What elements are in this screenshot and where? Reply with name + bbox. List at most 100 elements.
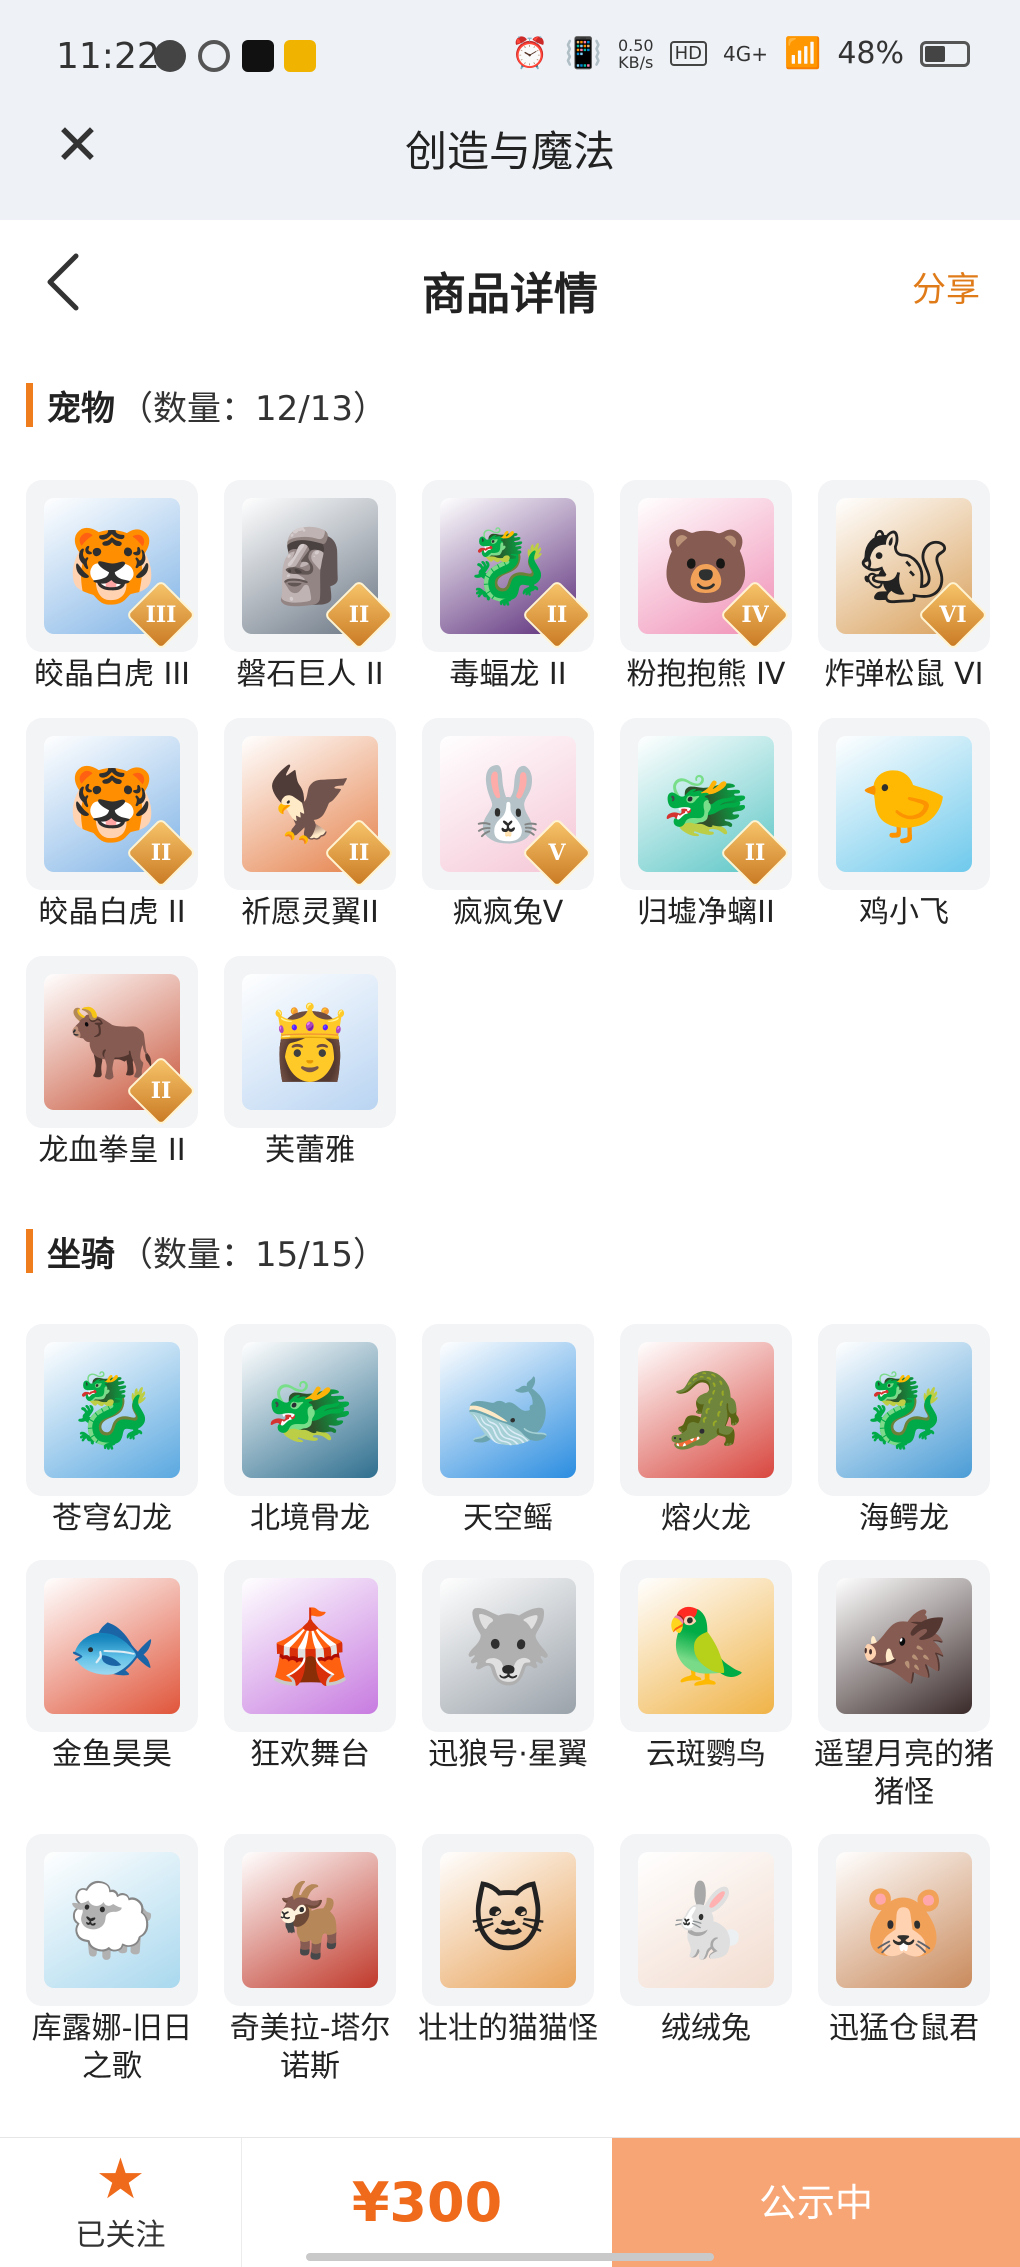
item-label: 毒蝠龙 II — [449, 657, 567, 692]
item-thumbnail: 🐟 — [26, 1560, 198, 1732]
mounts-section-title: 坐骑 — [47, 1234, 115, 1275]
item-label: 北境骨龙 — [250, 1501, 370, 1536]
mount-card[interactable]: 🐋 天空鳐 — [422, 1324, 594, 1538]
item-glyph-icon: 🐤 — [859, 762, 949, 846]
mount-card[interactable]: 🐊 熔火龙 — [620, 1324, 792, 1538]
pet-card[interactable]: 🐯 II 皎晶白虎 II — [26, 718, 198, 932]
rank-badge-text: II — [150, 1078, 172, 1104]
tiktok-icon — [242, 40, 274, 72]
item-thumbnail: 🦅 II — [224, 718, 396, 890]
pet-card[interactable]: 👸 芙蕾雅 — [224, 956, 396, 1170]
mount-card[interactable]: 🎪 狂欢舞台 — [224, 1560, 396, 1812]
item-label: 熔火龙 — [661, 1501, 751, 1536]
mounts-section-header: 坐骑 （数量：15/15） — [26, 1228, 387, 1275]
item-glyph-icon: 🐋 — [463, 1368, 553, 1452]
item-label: 芙蕾雅 — [265, 1133, 355, 1168]
network-type: 4G+ — [722, 41, 768, 66]
rank-badge-text: VI — [939, 602, 967, 628]
pet-card[interactable]: 🐤 鸡小飞 — [818, 718, 990, 932]
item-glyph-icon: 🐑 — [67, 1878, 157, 1962]
item-glyph-icon: 🐉 — [859, 1368, 949, 1452]
item-glyph-icon: 🐟 — [67, 1604, 157, 1688]
item-label: 苍穹幻龙 — [52, 1501, 172, 1536]
rank-badge-text: V — [548, 840, 566, 866]
mounts-grid: 🐉 苍穹幻龙 🐲 北境骨龙 🐋 天空鳐 🐊 熔火龙 🐉 海鳄龙 🐟 金鱼昊昊 🎪 狂欢舞台 🐺 迅狼号·星翼 🦜… — [26, 1324, 994, 2086]
item-label: 鸡小飞 — [859, 895, 949, 930]
pet-card[interactable]: 🗿 II 磐石巨人 II — [224, 480, 396, 694]
page-title: 商品详情 — [422, 269, 598, 320]
battery-percent: 48% — [837, 36, 904, 71]
mount-card[interactable]: 🐇 绒绒兔 — [620, 1834, 792, 2086]
mount-card[interactable]: 🦜 云斑鹦鸟 — [620, 1560, 792, 1812]
item-thumbnail: 🐲 — [224, 1324, 396, 1496]
message-icon — [154, 40, 186, 72]
follow-label: 已关注 — [75, 2218, 166, 2253]
item-thumbnail: 🐉 — [26, 1324, 198, 1496]
mount-card[interactable]: 🐹 迅猛仓鼠君 — [818, 1834, 990, 2086]
item-glyph-icon: 🐱 — [470, 1878, 546, 1962]
item-label: 狂欢舞台 — [250, 1737, 370, 1772]
item-label: 库露娜-旧日之歌 — [31, 2011, 193, 2084]
star-icon: ★ — [95, 2147, 146, 2212]
item-thumbnail: 🐲 II — [620, 718, 792, 890]
rank-badge-text: II — [348, 840, 370, 866]
bottom-bar: ★ 已关注 ¥300 公示中 — [0, 2137, 1020, 2267]
mount-card[interactable]: 🐺 迅狼号·星翼 — [422, 1560, 594, 1812]
item-thumbnail: 🐯 III — [26, 480, 198, 652]
pet-card[interactable]: 🐉 II 毒蝠龙 II — [422, 480, 594, 694]
item-thumbnail: 👸 — [224, 956, 396, 1128]
pet-card[interactable]: 🐂 II 龙血拳皇 II — [26, 956, 198, 1170]
sync-icon — [198, 40, 230, 72]
rank-badge-text: III — [145, 602, 177, 628]
item-glyph-icon: 🐺 — [463, 1604, 553, 1688]
follow-button[interactable]: ★ 已关注 — [0, 2138, 242, 2267]
mount-card[interactable]: 🐟 金鱼昊昊 — [26, 1560, 198, 1812]
price: ¥300 — [351, 2171, 503, 2234]
pet-card[interactable]: 🦅 II 祈愿灵翼II — [224, 718, 396, 932]
item-thumbnail: 🐗 — [818, 1560, 990, 1732]
mount-card[interactable]: 🐗 遥望月亮的猪猪怪 — [814, 1560, 994, 1812]
item-label: 金鱼昊昊 — [52, 1737, 172, 1772]
item-thumbnail: 🦜 — [620, 1560, 792, 1732]
pet-card[interactable]: 🐻 IV 粉抱抱熊 IV — [620, 480, 792, 694]
item-thumbnail: 🐿 VI — [818, 480, 990, 652]
item-label: 炸弹松鼠 VI — [824, 657, 984, 692]
net-speed: 0.50 KB/s — [618, 37, 654, 71]
home-indicator[interactable] — [306, 2253, 714, 2261]
item-label: 遥望月亮的猪猪怪 — [814, 1737, 994, 1810]
item-label: 迅猛仓鼠君 — [829, 2011, 979, 2046]
mount-card[interactable]: 🐲 北境骨龙 — [224, 1324, 396, 1538]
item-label: 粉抱抱熊 IV — [626, 657, 786, 692]
pet-card[interactable]: 🐿 VI 炸弹松鼠 VI — [818, 480, 990, 694]
item-label: 迅狼号·星翼 — [428, 1737, 588, 1772]
mount-card[interactable]: 🐐 奇美拉-塔尔诺斯 — [224, 1834, 396, 2086]
item-label: 磐石巨人 II — [236, 657, 384, 692]
item-thumbnail: 🐻 IV — [620, 480, 792, 652]
item-label: 皎晶白虎 III — [33, 657, 191, 692]
rank-badge-text: IV — [741, 602, 769, 628]
pet-card[interactable]: 🐰 V 疯疯兔V — [422, 718, 594, 932]
rank-badge-text: II — [348, 602, 370, 628]
pet-card[interactable]: 🐯 III 皎晶白虎 III — [26, 480, 198, 694]
item-thumbnail: 🐤 — [818, 718, 990, 890]
mounts-section-count: （数量：15/15） — [119, 1234, 387, 1275]
item-thumbnail: 🐇 — [620, 1834, 792, 2006]
item-thumbnail: 🐑 — [26, 1834, 198, 2006]
mount-card[interactable]: 🐉 苍穹幻龙 — [26, 1324, 198, 1538]
mount-card[interactable]: 🐉 海鳄龙 — [818, 1324, 990, 1538]
pet-card[interactable]: 🐲 II 归墟净螭II — [620, 718, 792, 932]
app-title: 创造与魔法 — [404, 127, 615, 176]
item-glyph-icon: 👸 — [265, 1000, 355, 1084]
item-thumbnail: 🐺 — [422, 1560, 594, 1732]
item-label: 海鳄龙 — [859, 1501, 949, 1536]
mount-card[interactable]: 🐱 壮壮的猫猫怪 — [418, 1834, 598, 2086]
status-bar: 11:22 ⏰ 📳 0.50 KB/s HD 4G+ 📶 48% — [0, 0, 1020, 110]
item-glyph-icon: 🐲 — [265, 1368, 355, 1452]
alarm-icon: ⏰ — [511, 36, 549, 71]
item-glyph-icon: 🐹 — [859, 1878, 949, 1962]
item-glyph-icon: 🐇 — [661, 1878, 751, 1962]
share-button[interactable]: 分享 — [912, 262, 980, 311]
status-button[interactable]: 公示中 — [612, 2138, 1020, 2267]
item-glyph-icon: 🐐 — [265, 1878, 355, 1962]
mount-card[interactable]: 🐑 库露娜-旧日之歌 — [26, 1834, 198, 2086]
